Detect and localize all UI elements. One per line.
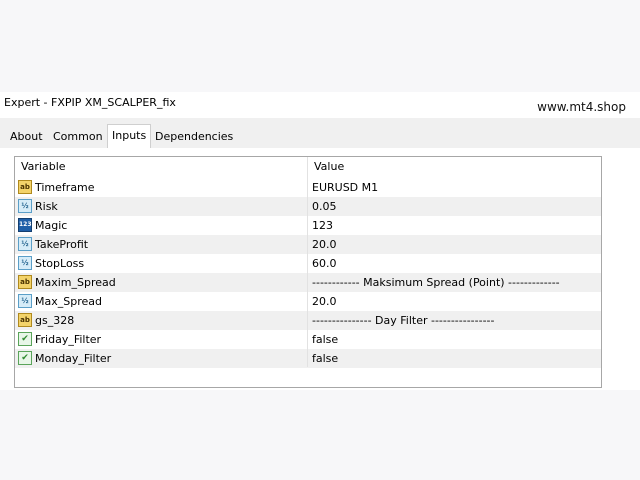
variable-value[interactable]: 20.0 — [312, 235, 337, 254]
variable-name: Timeframe — [35, 181, 95, 194]
table-row[interactable]: ✔ Monday_Filter false — [15, 349, 601, 368]
string-ab-icon: ab — [18, 180, 32, 194]
variable-value[interactable]: ------------ Maksimum Spread (Point) ---… — [312, 273, 560, 292]
variable-value[interactable]: EURUSD M1 — [312, 178, 378, 197]
column-divider[interactable] — [307, 157, 308, 367]
variable-name: Friday_Filter — [35, 333, 102, 346]
variable-value[interactable]: false — [312, 330, 338, 349]
table-row[interactable]: 123 Magic 123 — [15, 216, 601, 235]
double-v12-icon: ½ — [18, 199, 32, 213]
double-v12-icon: ½ — [18, 237, 32, 251]
variable-name: StopLoss — [35, 257, 85, 270]
variable-name: Magic — [35, 219, 68, 232]
table-row[interactable]: ½ StopLoss 60.0 — [15, 254, 601, 273]
variable-name: Monday_Filter — [35, 352, 112, 365]
string-ab-icon: ab — [18, 313, 32, 327]
watermark-text: www.mt4.shop — [537, 100, 626, 114]
variable-value[interactable]: 0.05 — [312, 197, 337, 216]
grid-header: Variable Value — [15, 157, 601, 177]
integer-123-icon: 123 — [18, 218, 32, 232]
tab-inputs[interactable]: Inputs — [107, 124, 152, 149]
column-header-variable[interactable]: Variable — [21, 157, 66, 177]
table-row[interactable]: ab Timeframe EURUSD M1 — [15, 178, 601, 197]
bool-icon: ✔ — [18, 332, 32, 346]
variable-value[interactable]: --------------- Day Filter -------------… — [312, 311, 495, 330]
variable-value[interactable]: false — [312, 349, 338, 368]
variable-value[interactable]: 123 — [312, 216, 333, 235]
string-ab-icon: ab — [18, 275, 32, 289]
double-v12-icon: ½ — [18, 256, 32, 270]
variable-name: Maxim_Spread — [35, 276, 116, 289]
bool-icon: ✔ — [18, 351, 32, 365]
table-row[interactable]: ab gs_328 --------------- Day Filter -----… — [15, 311, 601, 330]
variable-name: gs_328 — [35, 314, 75, 327]
table-row[interactable]: ½ TakeProfit 20.0 — [15, 235, 601, 254]
variable-name: TakeProfit — [35, 238, 89, 251]
variable-value[interactable]: 20.0 — [312, 292, 337, 311]
column-header-value[interactable]: Value — [314, 157, 344, 177]
variable-value[interactable]: 60.0 — [312, 254, 337, 273]
double-v12-icon: ½ — [18, 294, 32, 308]
table-row[interactable]: ab Maxim_Spread ------------ Maksimum Spre… — [15, 273, 601, 292]
window-title: Expert - FXPIP XM_SCALPER_fix — [4, 96, 176, 109]
table-row[interactable]: ½ Risk 0.05 — [15, 197, 601, 216]
tab-common[interactable]: Common — [49, 126, 107, 148]
tab-dependencies[interactable]: Dependencies — [151, 126, 237, 148]
table-row[interactable]: ½ Max_Spread 20.0 — [15, 292, 601, 311]
variable-name: Max_Spread — [35, 295, 102, 308]
tab-about[interactable]: About — [6, 126, 47, 148]
table-row[interactable]: ✔ Friday_Filter false — [15, 330, 601, 349]
variable-name: Risk — [35, 200, 58, 213]
